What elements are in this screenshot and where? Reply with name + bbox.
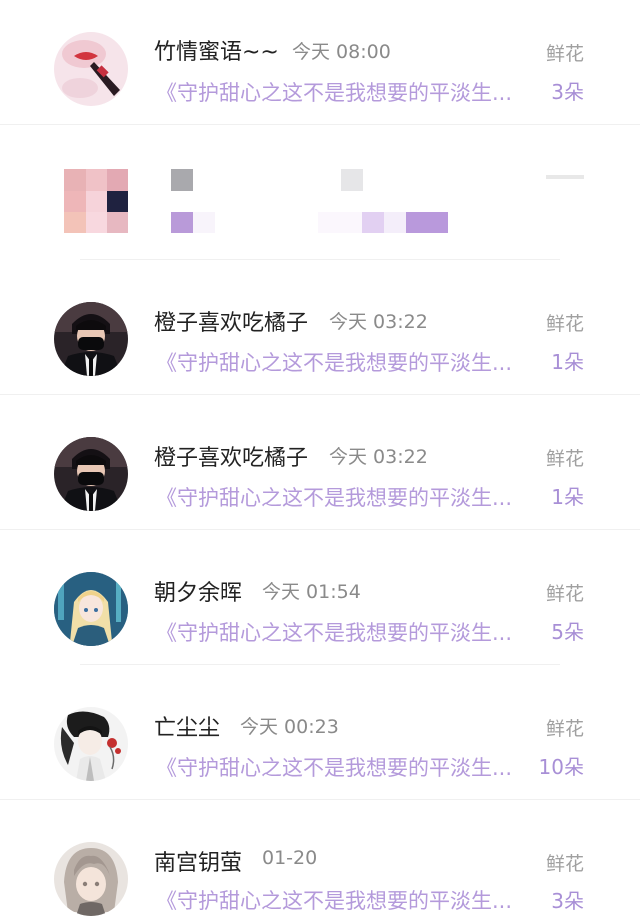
avatar-masked-boy-icon [54,302,128,376]
gift-count: 3朵 [551,889,584,913]
avatar-ink-character-icon [54,707,128,781]
avatar-lips-photo-icon [54,32,128,106]
avatar[interactable] [54,32,128,106]
list-item[interactable]: 竹情蜜语~~ 今天 08:00 《守护甜心之这不是我想要的平淡生... 鲜花 3… [0,0,640,135]
pixelated-book-block [193,212,215,233]
gift-count: 10朵 [538,755,584,779]
book-title[interactable]: 《守护甜心之这不是我想要的平淡生... [156,752,512,782]
pixelated-book-block [384,212,406,233]
timestamp: 今天 03:22 [329,446,428,468]
gift-label: 鲜花 [545,43,584,65]
gift-count: 3朵 [551,80,584,104]
pixelated-time-block [341,169,363,191]
gift-label: 鲜花 [545,853,584,875]
user-name[interactable]: 亡尘尘 [154,710,220,742]
gift-label: 鲜花 [545,313,584,335]
timestamp: 今天 00:23 [240,716,339,738]
list-item[interactable]: 朝夕余晖 今天 01:54 《守护甜心之这不是我想要的平淡生... 鲜花 5朵 [0,530,640,665]
timestamp: 今天 03:22 [329,311,428,333]
pixelated-name-block [171,169,193,191]
book-title[interactable]: 《守护甜心之这不是我想要的平淡生... [156,617,512,647]
user-name[interactable]: 橙子喜欢吃橘子 [154,440,308,472]
timestamp: 今天 08:00 [292,41,391,63]
avatar[interactable] [54,572,128,646]
user-name[interactable]: 橙子喜欢吃橘子 [154,305,308,337]
book-title[interactable]: 《守护甜心之这不是我想要的平淡生... [156,482,512,512]
user-name[interactable]: 竹情蜜语~~ [154,34,279,66]
avatar[interactable] [54,842,128,916]
book-title[interactable]: 《守护甜心之这不是我想要的平淡生... [156,77,512,107]
avatar-anime-silver-hair-icon [54,842,128,916]
gift-count: 1朵 [551,350,584,374]
avatar[interactable] [54,302,128,376]
avatar[interactable] [54,707,128,781]
pixelated-book-block [406,212,448,233]
list-item[interactable]: 橙子喜欢吃橘子 今天 03:22 《守护甜心之这不是我想要的平淡生... 鲜花 … [0,260,640,395]
gift-label: 鲜花 [545,448,584,470]
pixelated-gift-block [546,175,584,179]
gift-count: 5朵 [551,620,584,644]
avatar-anime-girl-blue-icon [54,572,128,646]
pixelated-avatar-icon [64,169,128,233]
pixelated-book-block [171,212,193,233]
timestamp: 今天 01:54 [262,581,361,603]
gift-label: 鲜花 [545,583,584,605]
gift-record-list: 竹情蜜语~~ 今天 08:00 《守护甜心之这不是我想要的平淡生... 鲜花 3… [0,0,640,923]
avatar[interactable] [54,437,128,511]
list-item[interactable]: 橙子喜欢吃橘子 今天 03:22 《守护甜心之这不是我想要的平淡生... 鲜花 … [0,395,640,530]
user-name[interactable]: 南宫钥萤 [154,845,242,877]
list-item[interactable]: 南宫钥萤 01-20 《守护甜心之这不是我想要的平淡生... 鲜花 3朵 [0,800,640,923]
list-item[interactable]: 亡尘尘 今天 00:23 《守护甜心之这不是我想要的平淡生... 鲜花 10朵 [0,665,640,800]
book-title[interactable]: 《守护甜心之这不是我想要的平淡生... [156,347,512,377]
avatar-masked-boy-icon [54,437,128,511]
list-item-censored[interactable] [0,125,640,260]
user-name[interactable]: 朝夕余晖 [154,575,242,607]
pixelated-book-block [362,212,384,233]
pixelated-book-block [318,212,362,233]
timestamp: 01-20 [262,847,318,869]
gift-count: 1朵 [551,485,584,509]
gift-label: 鲜花 [545,718,584,740]
book-title[interactable]: 《守护甜心之这不是我想要的平淡生... [156,885,512,915]
